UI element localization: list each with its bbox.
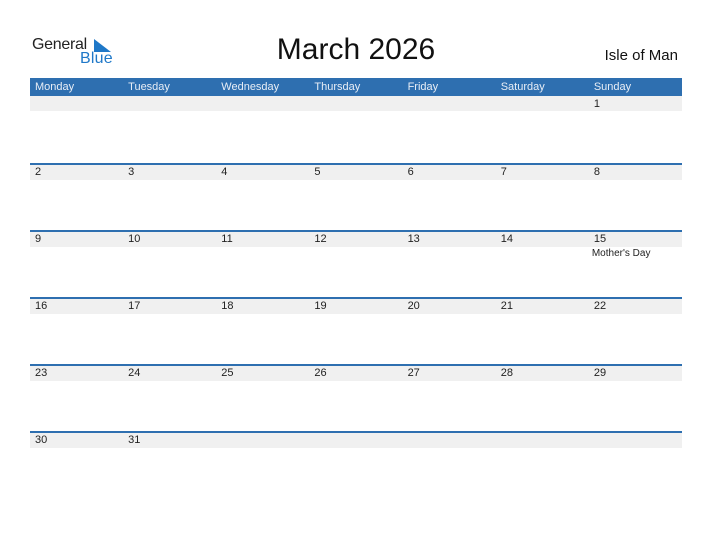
day-number: 19: [314, 300, 327, 312]
day-number: 31: [128, 434, 141, 446]
day-number: 22: [593, 300, 607, 312]
day-number: 1: [593, 98, 600, 110]
week-cells: 23 24 25 26 27 28 29: [30, 366, 682, 431]
day-number: 20: [407, 300, 420, 312]
day-number: 27: [407, 367, 420, 379]
weekday-tuesday: Tuesday: [128, 81, 170, 93]
day-number: 21: [500, 300, 513, 312]
day-cell: 21: [496, 299, 589, 364]
weekday-thursday: Thursday: [314, 81, 361, 93]
day-cell: 3: [123, 165, 216, 230]
week-row: 9 10 11 12 13 14 15 Mother's Day: [30, 230, 682, 297]
day-number: 5: [314, 166, 321, 178]
day-number: 29: [593, 367, 607, 379]
region-label: Isle of Man: [604, 47, 678, 64]
week-cells: 1: [30, 96, 682, 163]
day-number: 15: [593, 233, 607, 245]
weekday-monday: Monday: [35, 81, 75, 93]
day-cell: [403, 433, 496, 498]
day-cell: 2: [30, 165, 123, 230]
day-number: 11: [221, 233, 233, 245]
day-cell: 12: [309, 232, 402, 297]
day-number: 9: [35, 233, 42, 245]
day-number: 16: [35, 300, 48, 312]
day-number: 2: [35, 166, 42, 178]
day-cell: 11: [216, 232, 309, 297]
weekday-wednesday: Wednesday: [221, 81, 280, 93]
weekday-header: Monday Tuesday Wednesday Thursday Friday…: [30, 78, 682, 96]
week-cells: 2 3 4 5 6 7 8: [30, 165, 682, 230]
week-row: 30 31: [30, 431, 682, 498]
weekday-saturday: Saturday: [500, 81, 545, 93]
day-cell: 23: [30, 366, 123, 431]
day-number: 6: [407, 166, 414, 178]
day-cell: 24: [123, 366, 216, 431]
week-row: 16 17 18 19 20 21 22: [30, 297, 682, 364]
day-number: 30: [35, 434, 48, 446]
holiday-label: Mother's Day: [591, 248, 651, 259]
day-cell: 26: [309, 366, 402, 431]
week-cells: 16 17 18 19 20 21 22: [30, 299, 682, 364]
day-cell: 30: [30, 433, 123, 498]
day-cell: 22: [589, 299, 682, 364]
day-cell: 14: [496, 232, 589, 297]
day-cell: [30, 96, 123, 163]
day-cell: [309, 96, 402, 163]
weekday-sunday: Sunday: [593, 81, 632, 93]
day-cell: 6: [403, 165, 496, 230]
week-cells: 9 10 11 12 13 14 15 Mother's Day: [30, 232, 682, 297]
day-number: 4: [221, 166, 228, 178]
day-number: 25: [221, 367, 234, 379]
day-cell: 16: [30, 299, 123, 364]
day-cell: [403, 96, 496, 163]
day-number: 14: [500, 233, 513, 245]
day-number: 13: [407, 233, 420, 245]
day-number: 24: [128, 367, 141, 379]
week-row: 23 24 25 26 27 28 29: [30, 364, 682, 431]
week-row: 2 3 4 5 6 7 8: [30, 163, 682, 230]
day-cell: 8: [589, 165, 682, 230]
day-cell: 25: [216, 366, 309, 431]
day-cell: 4: [216, 165, 309, 230]
day-number: 7: [500, 166, 507, 178]
weekday-friday: Friday: [407, 81, 439, 93]
day-cell: [309, 433, 402, 498]
day-cell: 27: [403, 366, 496, 431]
day-cell: 1: [589, 96, 682, 163]
day-cell: [216, 96, 309, 163]
day-cell: 19: [309, 299, 402, 364]
day-cell: 13: [403, 232, 496, 297]
week-row: 1: [30, 96, 682, 163]
day-cell: 18: [216, 299, 309, 364]
day-cell: [496, 433, 589, 498]
day-cell: [589, 433, 682, 498]
calendar-grid: Monday Tuesday Wednesday Thursday Friday…: [30, 78, 682, 498]
day-number: 8: [593, 166, 600, 178]
day-cell: 7: [496, 165, 589, 230]
weeks-container: 1 2 3 4 5 6 7 8 9 10 11 12 13 14 15 Mother's Day 16 17 18 1…: [30, 96, 682, 498]
day-cell: 10: [123, 232, 216, 297]
week-cells: 30 31: [30, 433, 682, 498]
day-number: 12: [314, 233, 327, 245]
day-cell: [123, 96, 216, 163]
day-cell: 15 Mother's Day: [589, 232, 682, 297]
day-number: 17: [128, 300, 141, 312]
day-cell: 20: [403, 299, 496, 364]
day-number: 3: [128, 166, 135, 178]
day-cell: 5: [309, 165, 402, 230]
day-cell: 28: [496, 366, 589, 431]
day-cell: 17: [123, 299, 216, 364]
day-cell: 31: [123, 433, 216, 498]
day-cell: 29: [589, 366, 682, 431]
day-number: 10: [128, 233, 141, 245]
day-number: 18: [221, 300, 234, 312]
day-number: 26: [314, 367, 327, 379]
day-number: 23: [35, 367, 48, 379]
day-number: 28: [500, 367, 513, 379]
day-cell: [216, 433, 309, 498]
day-cell: 9: [30, 232, 123, 297]
day-cell: [496, 96, 589, 163]
